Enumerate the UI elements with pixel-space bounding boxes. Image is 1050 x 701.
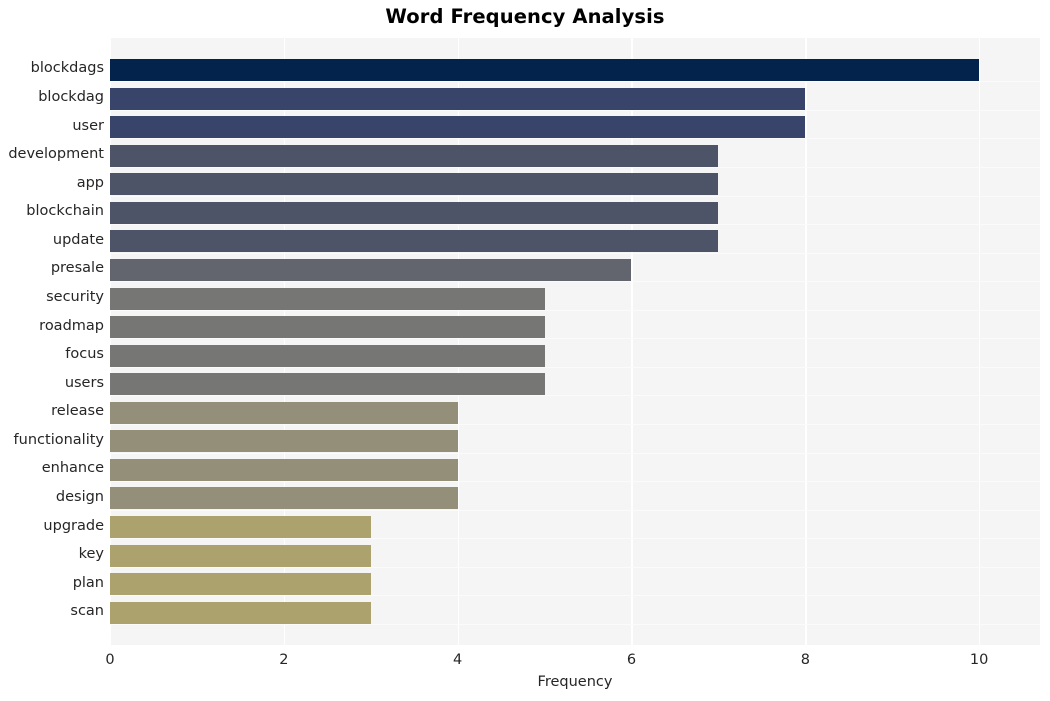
bar-row	[110, 341, 1040, 370]
gridline-horizontal	[110, 366, 1040, 368]
bar-row	[110, 227, 1040, 256]
y-tick-label: scan	[70, 603, 104, 620]
bar-row	[110, 456, 1040, 485]
bar	[110, 487, 458, 510]
gridline-horizontal	[110, 424, 1040, 426]
gridline-horizontal	[110, 481, 1040, 483]
bar	[110, 144, 719, 167]
bar	[110, 573, 371, 596]
bar	[110, 59, 980, 81]
gridline-horizontal	[110, 195, 1040, 197]
bar	[110, 458, 458, 481]
y-tick-label: update	[52, 231, 104, 248]
bar	[110, 87, 806, 110]
gridline-horizontal	[110, 395, 1040, 397]
bar	[110, 430, 458, 453]
bar-row	[110, 56, 1040, 85]
gridline-horizontal	[110, 138, 1040, 140]
y-tick-label: blockdag	[38, 89, 104, 106]
bar	[110, 516, 371, 539]
y-tick-label: user	[72, 117, 104, 134]
gridline-horizontal	[110, 81, 1040, 83]
bar	[110, 601, 371, 624]
bar-row	[110, 113, 1040, 142]
bar	[110, 401, 458, 424]
y-tick-label: upgrade	[43, 517, 104, 534]
bar	[110, 258, 632, 281]
bar	[110, 230, 719, 253]
y-tick-label: focus	[65, 346, 104, 363]
bar	[110, 544, 371, 567]
y-tick-label: presale	[50, 260, 104, 277]
x-axis: 0 2 4 6 8 10	[105, 645, 1040, 671]
gridline-horizontal	[110, 252, 1040, 254]
y-tick-label: roadmap	[39, 317, 104, 334]
bar-row	[110, 427, 1040, 456]
x-tick-label: 2	[279, 652, 289, 668]
gridline-horizontal	[110, 509, 1040, 511]
y-tick-label: users	[64, 374, 104, 391]
bar-row	[110, 313, 1040, 342]
bar	[110, 344, 545, 367]
y-tick-label: security	[46, 289, 104, 305]
bar-row	[110, 541, 1040, 570]
bar-row	[110, 570, 1040, 599]
bar-row	[110, 199, 1040, 228]
y-axis: blockdags blockdag user development app block…	[0, 38, 104, 645]
gridline-horizontal	[110, 338, 1040, 340]
gridline-horizontal	[110, 452, 1040, 454]
y-tick-label: enhance	[41, 460, 104, 477]
bar-row	[110, 513, 1040, 542]
chart-title: Word Frequency Analysis	[385, 5, 665, 28]
gridline-horizontal	[110, 109, 1040, 111]
gridline-horizontal	[110, 595, 1040, 597]
y-tick-label: plan	[72, 574, 104, 591]
y-tick-label: functionality	[13, 431, 104, 448]
bar-row	[110, 84, 1040, 113]
gridline-horizontal	[110, 309, 1040, 311]
y-tick-label: development	[8, 146, 104, 163]
x-tick-label: 4	[453, 652, 463, 668]
y-tick-label: blockdags	[30, 60, 104, 77]
bar-row	[110, 484, 1040, 513]
bar	[110, 373, 545, 396]
bar-row	[110, 398, 1040, 427]
y-tick-label: release	[51, 403, 104, 420]
x-axis-label: Frequency	[537, 674, 613, 690]
gridline-horizontal	[110, 281, 1040, 283]
bar-row	[110, 141, 1040, 170]
bar-row	[110, 284, 1040, 313]
gridline-horizontal	[110, 166, 1040, 168]
gridline-horizontal	[110, 566, 1040, 568]
gridline-horizontal	[110, 624, 1040, 625]
y-tick-label: key	[78, 546, 104, 563]
plot-area	[110, 38, 1040, 645]
y-tick-label: app	[76, 174, 104, 191]
chart-figure: Word Frequency Analysis blockdags blockda…	[0, 0, 1050, 701]
bar	[110, 316, 545, 339]
x-tick-label: 0	[105, 652, 115, 668]
bar-row	[110, 170, 1040, 199]
bar-row	[110, 370, 1040, 399]
bar-row	[110, 256, 1040, 285]
bar-row	[110, 598, 1040, 627]
bar	[110, 116, 806, 139]
gridline-horizontal	[110, 538, 1040, 540]
x-tick-label: 8	[800, 652, 810, 668]
gridline-horizontal	[110, 224, 1040, 226]
bar	[110, 287, 545, 310]
y-tick-label: design	[55, 488, 104, 505]
bar	[110, 201, 719, 224]
x-tick-label: 6	[626, 652, 637, 668]
x-tick-label: 10	[969, 652, 989, 668]
y-tick-label: blockchain	[26, 203, 104, 220]
bar	[110, 173, 719, 196]
